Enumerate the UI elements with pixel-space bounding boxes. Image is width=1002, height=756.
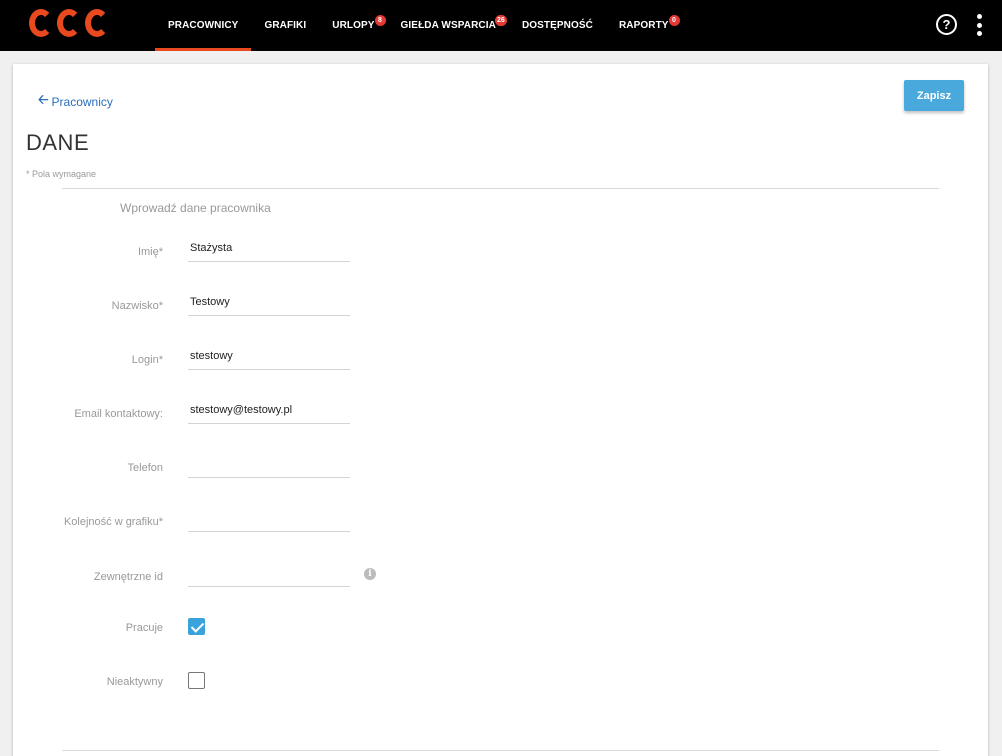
divider (62, 750, 939, 751)
schedule-order-label: Kolejność w grafiku* (63, 516, 163, 528)
form-row-first-name: Imię* (13, 234, 988, 274)
email-label: Email kontaktowy: (74, 408, 163, 420)
main-nav: PRACOWNICY GRAFIKI URLOPY 8 GIEŁDA WSPAR… (155, 0, 682, 51)
nav-item-dostepnosc[interactable]: DOSTĘPNOŚĆ (509, 0, 606, 51)
phone-label: Telefon (127, 462, 163, 474)
first-name-input[interactable] (188, 234, 350, 262)
urlopy-count-badge: 8 (374, 15, 386, 26)
nav-item-raporty[interactable]: RAPORTY 0 (606, 0, 682, 51)
form-row-login: Login* (13, 342, 988, 382)
form-row-phone: Telefon (13, 450, 988, 490)
external-id-input[interactable] (188, 559, 350, 587)
inactive-label: Nieaktywny (106, 676, 163, 688)
phone-input[interactable] (188, 450, 350, 478)
top-navbar: PRACOWNICY GRAFIKI URLOPY 8 GIEŁDA WSPAR… (0, 0, 1002, 51)
form-row-external-id: Zewnętrzne id i (13, 559, 988, 599)
working-checkbox[interactable] (188, 618, 205, 635)
email-input[interactable] (188, 396, 350, 424)
last-name-input[interactable] (188, 288, 350, 316)
nav-item-label: GIEŁDA WSPARCIA (400, 20, 496, 31)
nav-item-pracownicy[interactable]: PRACOWNICY (155, 0, 252, 51)
external-id-label: Zewnętrzne id (93, 571, 163, 583)
nav-item-label: GRAFIKI (264, 20, 307, 31)
page-title: DANE (26, 130, 90, 155)
nav-item-label: URLOPY (332, 20, 375, 31)
info-icon[interactable]: i (364, 568, 376, 580)
gielda-count-badge: 26 (494, 15, 507, 26)
form-row-inactive: Nieaktywny (13, 664, 988, 704)
inactive-checkbox[interactable] (188, 672, 205, 689)
section-title: Wprowadź dane pracownika (120, 201, 271, 215)
help-icon[interactable]: ? (936, 14, 957, 35)
logo-letter-c (85, 9, 109, 37)
working-label: Pracuje (125, 622, 163, 634)
logo-letter-c (29, 9, 53, 37)
employee-form-card: 🡠 Pracownicy Zapisz DANE * Pola wymagane… (13, 64, 988, 756)
save-button[interactable]: Zapisz (904, 80, 964, 111)
nav-item-label: DOSTĘPNOŚĆ (521, 20, 593, 31)
login-label: Login* (131, 354, 163, 366)
nav-item-urlopy[interactable]: URLOPY 8 (319, 0, 387, 51)
schedule-order-input[interactable] (188, 504, 350, 532)
first-name-label: Imię* (137, 246, 163, 258)
divider (62, 188, 939, 189)
form-row-working: Pracuje (13, 610, 988, 650)
back-link-label: Pracownicy (51, 95, 113, 109)
ccc-logo[interactable] (29, 9, 109, 37)
required-fields-note: * Pola wymagane (26, 169, 97, 179)
nav-item-label: PRACOWNICY (168, 20, 239, 31)
nav-item-gielda-wsparcia[interactable]: GIEŁDA WSPARCIA 26 (388, 0, 509, 51)
login-input[interactable] (188, 342, 350, 370)
raporty-count-badge: 0 (668, 15, 680, 26)
logo-letter-c (57, 9, 81, 37)
form-row-last-name: Nazwisko* (13, 288, 988, 328)
nav-item-grafiki[interactable]: GRAFIKI (251, 0, 319, 51)
form-row-schedule-order: Kolejność w grafiku* (13, 504, 988, 544)
nav-item-label: RAPORTY (618, 20, 669, 31)
more-vertical-icon[interactable] (974, 14, 984, 36)
form-row-email: Email kontaktowy: (13, 396, 988, 436)
last-name-label: Nazwisko* (111, 300, 163, 312)
back-link[interactable]: 🡠 Pracownicy (38, 91, 113, 113)
arrow-left-icon: 🡠 (38, 92, 49, 107)
